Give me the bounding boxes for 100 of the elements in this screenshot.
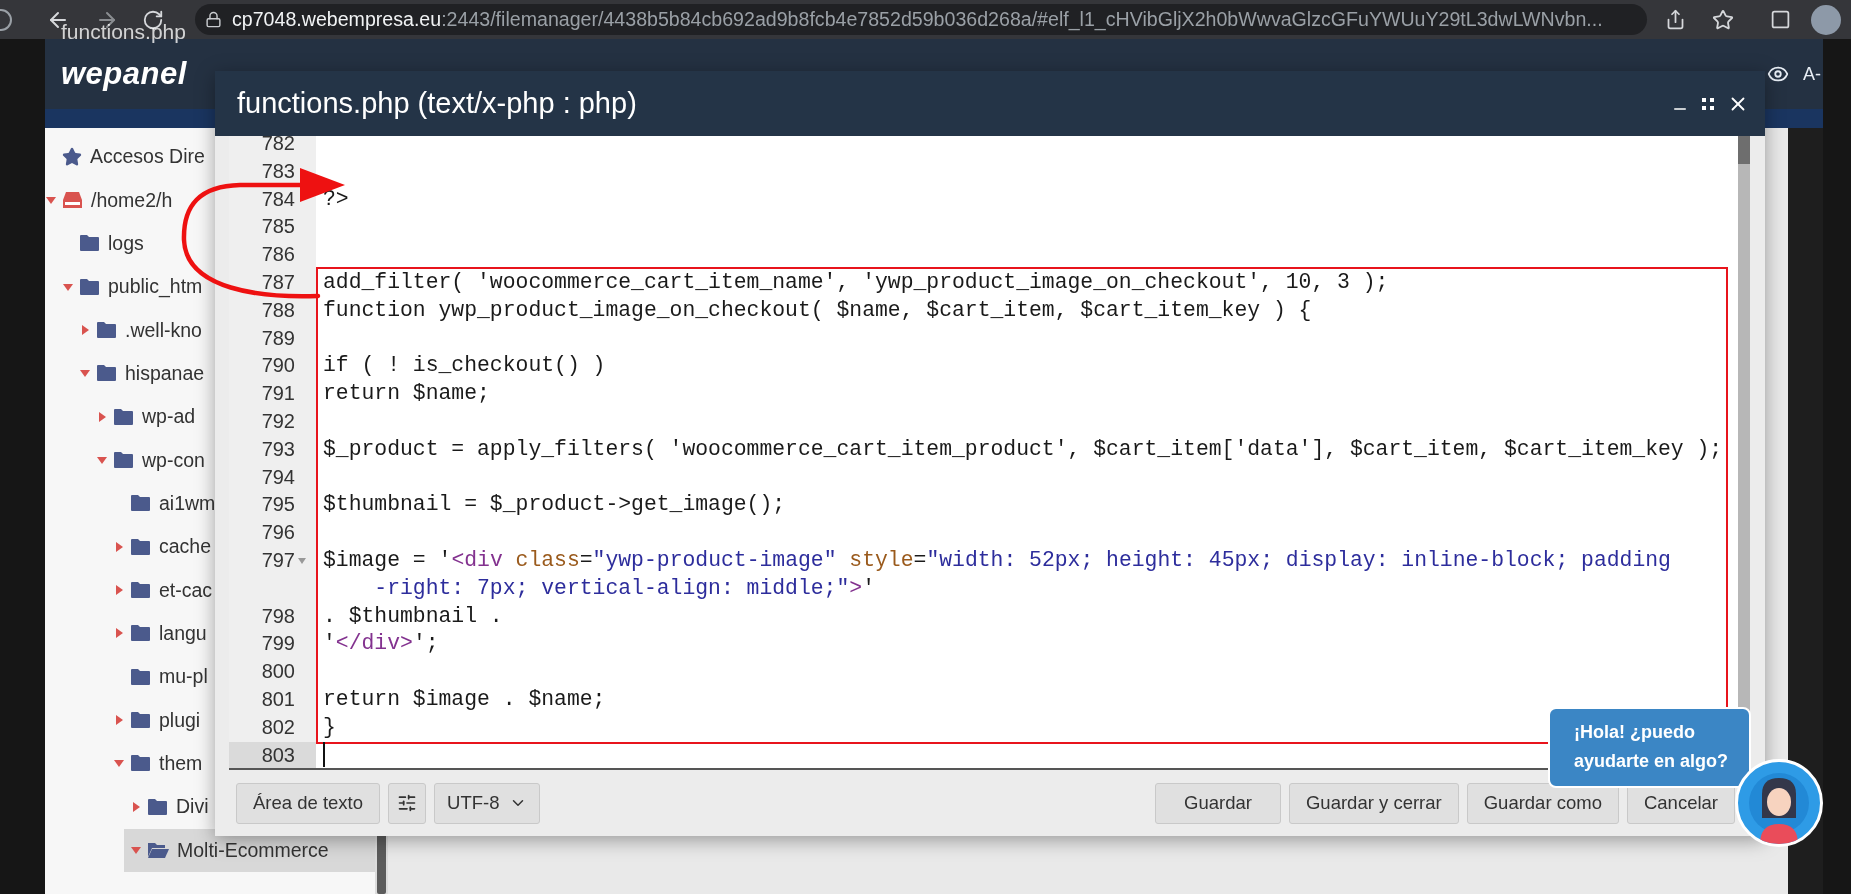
line-number: 787 bbox=[260, 270, 296, 295]
folder-icon bbox=[130, 494, 151, 513]
tree-item[interactable]: ai1wm bbox=[107, 481, 215, 526]
folder-icon bbox=[96, 321, 117, 340]
folder-icon bbox=[96, 364, 117, 383]
folder-icon bbox=[130, 537, 151, 556]
video-title: functions.php bbox=[61, 20, 186, 44]
chat-tooltip[interactable]: ¡Hola! ¿puedo ayudarte en algo? bbox=[1548, 707, 1751, 788]
tree-item[interactable]: wp-con bbox=[90, 438, 215, 482]
line-number: 793 bbox=[260, 436, 296, 462]
code-line: $thumbnail = $_product->get_image(); bbox=[323, 491, 786, 519]
line-number: 788 bbox=[260, 297, 296, 323]
line-number: 803 bbox=[229, 741, 316, 768]
caret-icon[interactable] bbox=[131, 801, 141, 812]
drive-icon bbox=[62, 191, 83, 209]
caret-icon[interactable] bbox=[63, 281, 73, 292]
text-area-button[interactable]: Área de texto bbox=[236, 782, 381, 824]
line-number: 785 bbox=[260, 214, 296, 240]
dialog-button[interactable]: Guardar como bbox=[1466, 782, 1619, 824]
settings-icon bbox=[397, 793, 418, 813]
line-number: 791 bbox=[260, 381, 296, 407]
share-icon[interactable] bbox=[1665, 9, 1686, 30]
tree-item[interactable]: /home2/h bbox=[45, 178, 215, 222]
maximize-icon[interactable] bbox=[1701, 96, 1715, 111]
open-folder-icon bbox=[147, 841, 169, 860]
line-number: 783 bbox=[260, 158, 296, 184]
code-line: if ( ! is_checkout() ) bbox=[323, 352, 606, 380]
folder-icon bbox=[113, 451, 134, 470]
tree-item[interactable]: mu-pl bbox=[107, 655, 215, 699]
code-line: $image = '<div class="ywp-product-image" style="width: 52px; height: 45px; display: inline-block; padding -right: 7px; vertical-align: middle;">' bbox=[323, 546, 1671, 602]
tree-item[interactable]: public_htm bbox=[56, 265, 215, 309]
dialog-button[interactable]: Guardar bbox=[1155, 782, 1281, 824]
tree-item[interactable]: logs bbox=[56, 221, 215, 266]
code-editor[interactable] bbox=[229, 136, 1750, 770]
star-icon[interactable] bbox=[1712, 8, 1734, 31]
caret-icon[interactable] bbox=[97, 411, 107, 422]
folder-icon bbox=[79, 277, 100, 296]
line-number: 784 bbox=[260, 186, 296, 212]
code-line: '</div>'; bbox=[323, 630, 439, 658]
folder-icon bbox=[130, 754, 151, 773]
line-number: 782 bbox=[260, 136, 296, 156]
folder-icon bbox=[113, 407, 134, 426]
line-number: 786 bbox=[260, 242, 296, 268]
settings-button[interactable] bbox=[388, 782, 427, 824]
tree-item[interactable]: plugi bbox=[107, 698, 215, 742]
tree-item[interactable]: wp-ad bbox=[90, 395, 215, 439]
line-number: 792 bbox=[260, 408, 296, 434]
caret-icon[interactable] bbox=[114, 541, 124, 552]
font-size-label[interactable]: A- bbox=[1803, 63, 1823, 85]
line-number: 796 bbox=[260, 520, 296, 546]
logo: wepanel bbox=[61, 56, 187, 92]
caret-icon[interactable] bbox=[131, 845, 141, 856]
fold-icon[interactable] bbox=[298, 557, 306, 564]
line-number: 794 bbox=[260, 464, 296, 490]
folder-icon bbox=[130, 667, 151, 686]
folder-icon bbox=[79, 234, 100, 253]
code-line: . $thumbnail . bbox=[323, 602, 503, 630]
line-number: 802 bbox=[260, 714, 296, 740]
window-icon[interactable] bbox=[1770, 9, 1791, 30]
tree-item[interactable]: Divi bbox=[124, 785, 215, 829]
line-number: 801 bbox=[260, 686, 296, 712]
tree-item[interactable]: them bbox=[107, 741, 215, 786]
caret-icon[interactable] bbox=[46, 195, 56, 205]
profile-avatar[interactable] bbox=[1811, 4, 1841, 35]
caret-icon[interactable] bbox=[80, 325, 90, 336]
tree-item[interactable]: Accesos Dire bbox=[45, 135, 215, 179]
code-line: ?> bbox=[323, 185, 349, 213]
line-number: 789 bbox=[260, 325, 296, 351]
tree-item[interactable]: langu bbox=[107, 611, 215, 656]
code-line: $_product = apply_filters( 'woocommerce_cart_item_product', $cart_item['data'], $cart_item, $cart_item_key ); bbox=[323, 435, 1723, 463]
line-number: 800 bbox=[260, 659, 296, 685]
tree-item[interactable]: cache bbox=[107, 525, 215, 569]
folder-icon bbox=[130, 581, 151, 600]
address-field[interactable]: cp7048.webempresa.eu:2443/filemanager/4438b5b84cb692ad9b8fcb4e7852d59b036d268a/#elf_l1_cHVibGljX2h0bWwvaGlzcGFuYWUuY29tL3dwLWNvbn... bbox=[195, 4, 1647, 35]
code-line: add_filter( 'woocommerce_cart_item_name', 'ywp_product_image_on_checkout', 10, 3 ); bbox=[323, 269, 1389, 296]
code-line: return $name; bbox=[323, 380, 490, 408]
caret-icon[interactable] bbox=[80, 368, 90, 379]
caret-icon[interactable] bbox=[114, 585, 124, 596]
code-line: } bbox=[323, 713, 336, 741]
caret-icon[interactable] bbox=[114, 628, 124, 639]
line-number: 795 bbox=[260, 492, 296, 518]
line-number: 797 bbox=[229, 546, 316, 603]
line-number: 799 bbox=[260, 631, 296, 657]
code-line: function ywp_product_image_on_checkout( $name, $cart_item, $cart_item_key ) { bbox=[323, 296, 1312, 324]
tree-item[interactable]: et-cac bbox=[107, 568, 215, 612]
dialog-title: functions.php (text/x-php : php) bbox=[237, 87, 637, 120]
text-cursor bbox=[323, 742, 325, 768]
lock-icon bbox=[205, 11, 222, 28]
line-number: 798 bbox=[260, 603, 296, 629]
caret-icon[interactable] bbox=[114, 715, 124, 726]
dialog-button[interactable]: Guardar y cerrar bbox=[1289, 782, 1459, 824]
tree-item[interactable]: hispanae bbox=[73, 351, 215, 396]
folder-icon bbox=[130, 711, 151, 730]
caret-icon[interactable] bbox=[97, 455, 107, 466]
folder-icon bbox=[130, 624, 151, 643]
star-icon bbox=[62, 146, 82, 167]
tree-item[interactable]: .well-kno bbox=[73, 308, 215, 352]
caret-icon[interactable] bbox=[114, 758, 124, 769]
code-line: return $image . $name; bbox=[323, 685, 606, 713]
encoding-select[interactable]: UTF-8 bbox=[434, 782, 541, 824]
